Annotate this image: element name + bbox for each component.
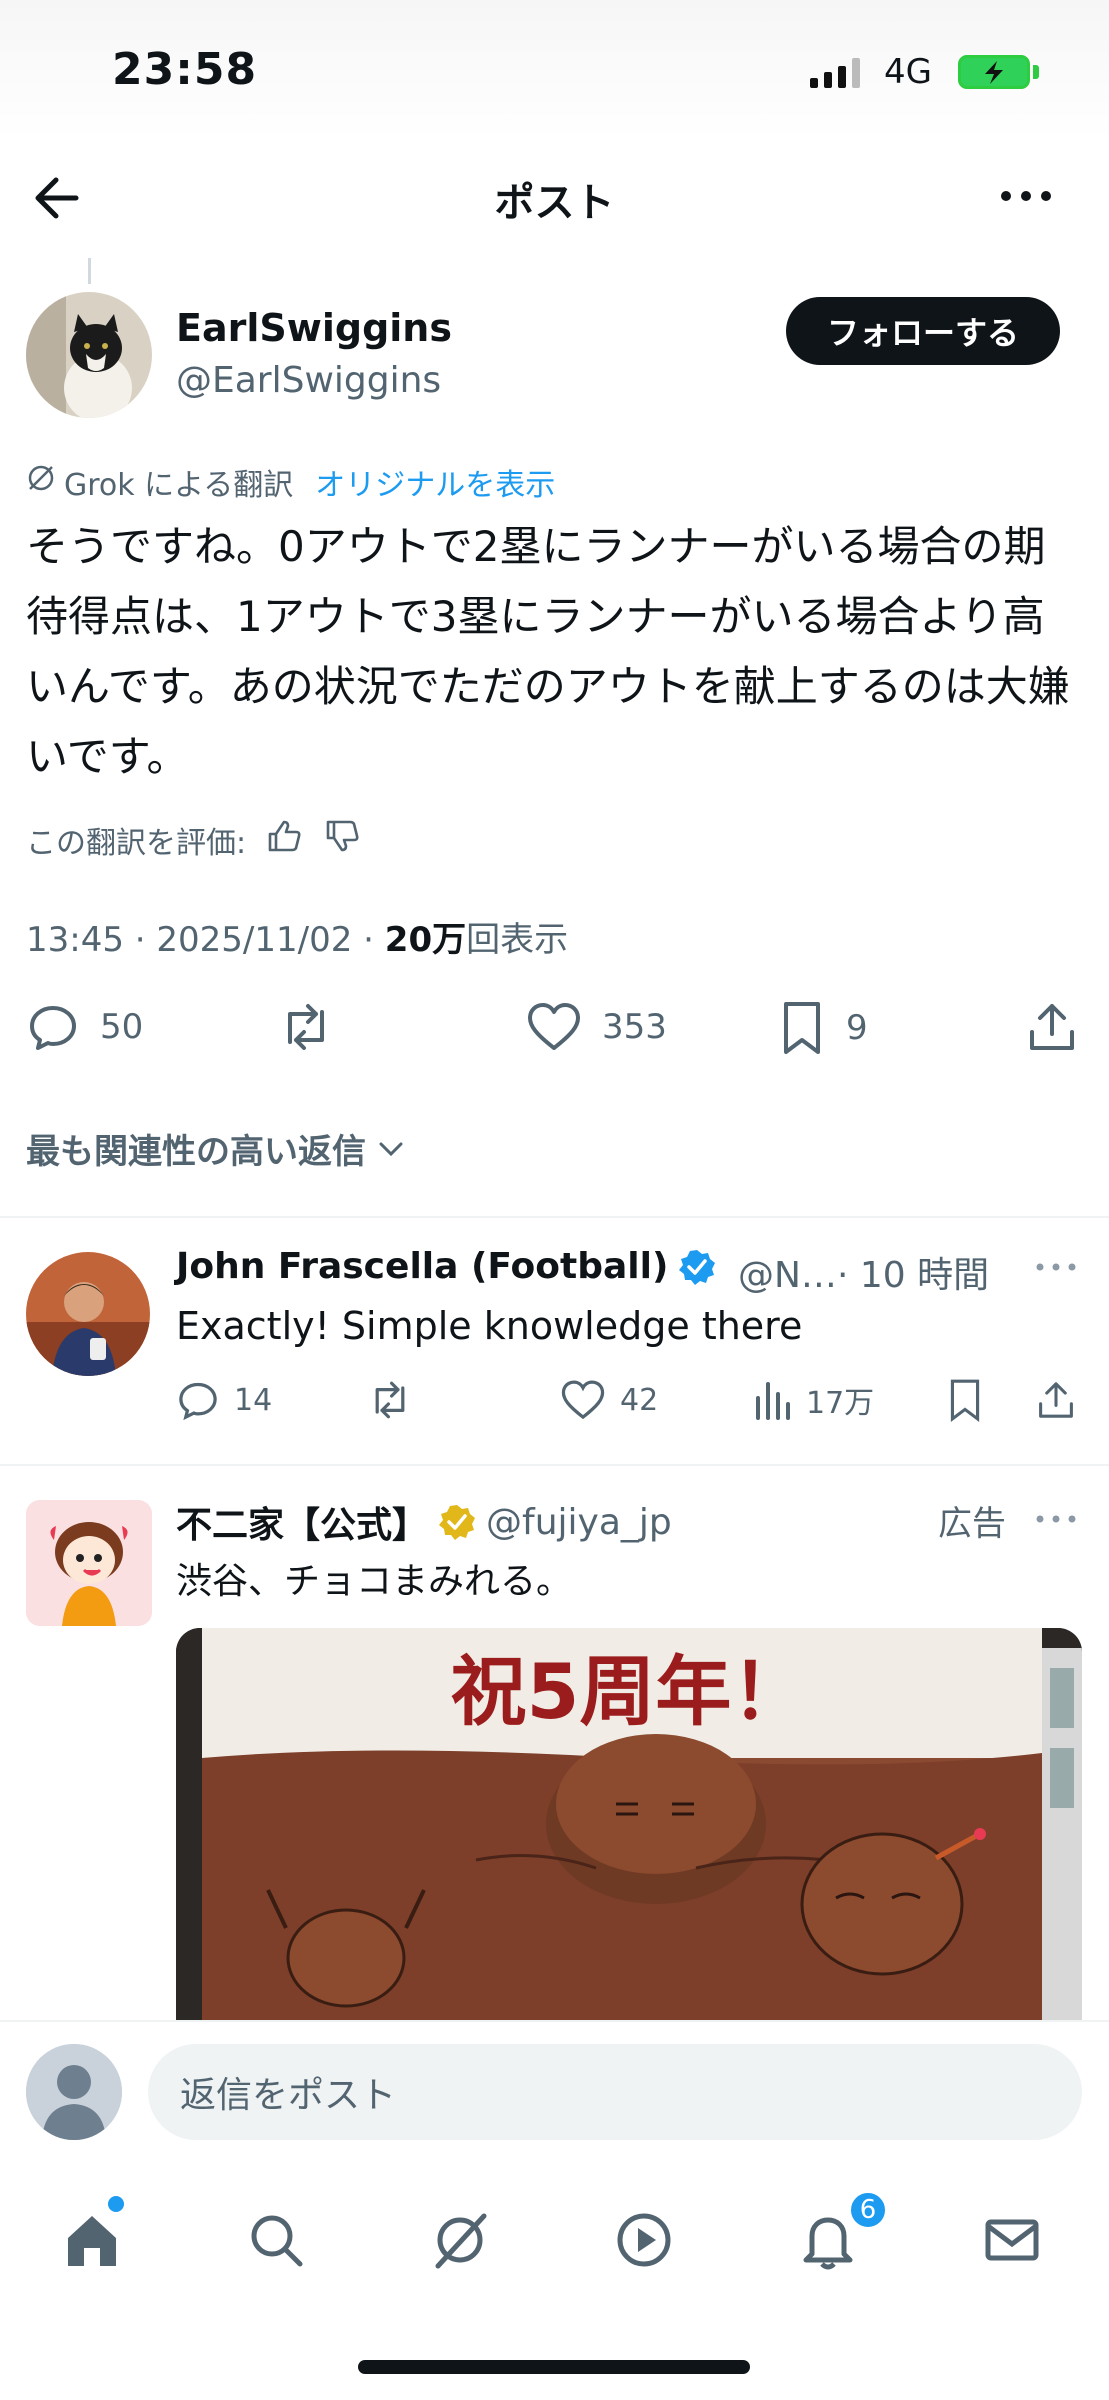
ad-author-name: 不二家【公式】 [176, 1505, 429, 1546]
like-icon [528, 1003, 580, 1050]
share-icon [1030, 1004, 1074, 1050]
ad-text: 渋谷、チョコまみれる。 [176, 1561, 573, 1602]
rate-label: この翻訳を評価: [26, 826, 247, 861]
chevron-down-icon [379, 1142, 403, 1156]
author-name[interactable]: EarlSwiggins [176, 306, 452, 350]
ad-image-text: 祝5周年！ [450, 1647, 808, 1736]
post-actions: 50 353 9 [26, 1000, 1086, 1070]
reply-icon [179, 1382, 217, 1421]
ad-more-icon[interactable] [1034, 1502, 1078, 1537]
post-meta: 13:45 · 2025/11/02 · 20万回表示 [26, 912, 568, 961]
reply-text: Exactly! Simple knowledge there [176, 1304, 803, 1348]
reply-reply-count: 14 [234, 1382, 273, 1418]
post-timestamp: 13:45 · 2025/11/02 · [26, 920, 385, 960]
like-count: 353 [602, 1007, 667, 1047]
reply-handle: @N… [738, 1255, 837, 1296]
reply-author[interactable]: John Frascella (Football) [176, 1246, 716, 1287]
reply-more-icon[interactable] [1034, 1250, 1078, 1285]
notification-badge: 6 [848, 2190, 888, 2230]
views-label: 回表示 [466, 920, 569, 960]
search-icon[interactable] [236, 2200, 316, 2280]
reply-bookmark-button[interactable] [946, 1378, 984, 1422]
follow-button[interactable]: フォローする [786, 297, 1060, 365]
show-original-link[interactable]: オリジナルを表示 [315, 460, 555, 504]
ad-avatar[interactable] [26, 1500, 152, 1626]
translation-source: Grok による翻訳 [64, 468, 294, 503]
home-unread-dot [108, 2196, 124, 2212]
page-title: ポスト [494, 180, 615, 226]
reply-handle-time: @N…· 10 時間 [738, 1246, 989, 1298]
thumbs-down-icon[interactable] [322, 816, 362, 864]
grok-tab-icon[interactable] [420, 2200, 500, 2280]
messages-icon[interactable] [972, 2200, 1052, 2280]
thread-line [88, 258, 91, 284]
bookmark-icon [950, 1379, 980, 1422]
ad-image[interactable]: 祝5周年！ [176, 1628, 1082, 2020]
reply-sort-label: 最も関連性の高い返信 [26, 1132, 366, 1172]
reply-icon [30, 1006, 76, 1050]
reply-button[interactable]: 50 [26, 1000, 143, 1054]
reply-avatar[interactable] [26, 1252, 150, 1376]
verified-gold-badge-icon [439, 1505, 476, 1540]
translation-row: Grok による翻訳 オリジナルを表示 [26, 460, 555, 504]
status-time: 23:58 [112, 44, 258, 95]
reply-like-count: 42 [620, 1382, 659, 1418]
repost-icon [288, 1004, 324, 1050]
post-text: そうですね。0アウトで2塁にランナーがいる場合の期待得点は、1アウトで3塁にラン… [26, 522, 1070, 781]
signal-icon [810, 58, 860, 88]
more-icon[interactable] [996, 176, 1056, 216]
home-indicator [358, 2360, 750, 2374]
reply-views-count: 17万 [806, 1386, 875, 1421]
reply-views-button[interactable]: 17万 [752, 1378, 874, 1422]
ad-label: 広告 [938, 1504, 1006, 1544]
battery-icon [958, 55, 1030, 89]
ad-author[interactable]: 不二家【公式】 @fujiya_jp [176, 1496, 672, 1548]
rate-translation: この翻訳を評価: [26, 816, 362, 864]
bookmark-icon [784, 1002, 820, 1054]
video-icon[interactable] [604, 2200, 684, 2280]
bookmark-button[interactable]: 9 [778, 1000, 868, 1056]
thumbs-up-icon[interactable] [264, 816, 304, 864]
like-button[interactable]: 353 [526, 1000, 667, 1054]
author-handle[interactable]: @EarlSwiggins [176, 360, 441, 401]
home-icon[interactable] [52, 2200, 132, 2280]
divider [0, 1464, 1109, 1466]
verified-badge-icon [679, 1249, 716, 1285]
like-icon [561, 1380, 605, 1420]
author-avatar[interactable] [26, 292, 152, 418]
share-button[interactable] [1026, 1000, 1078, 1054]
reply-share-button[interactable] [1036, 1378, 1076, 1422]
divider [0, 1216, 1109, 1218]
grok-icon [26, 463, 56, 501]
views-icon [756, 1382, 790, 1420]
repost-icon [375, 1381, 405, 1419]
reply-author-name: John Frascella (Football) [176, 1246, 669, 1287]
reply-actions: 14 42 17万 [176, 1378, 1073, 1428]
reply-count: 50 [100, 1007, 144, 1047]
reply-like-button[interactable]: 42 [560, 1378, 658, 1422]
composer-avatar [26, 2044, 122, 2140]
share-icon [1039, 1382, 1073, 1418]
reply-repost-button[interactable] [366, 1378, 414, 1422]
reply-sort-dropdown[interactable]: 最も関連性の高い返信 [26, 1124, 408, 1173]
reply-input[interactable]: 返信をポスト [148, 2044, 1082, 2140]
network-type: 4G [884, 52, 932, 92]
reply-time: · 10 時間 [836, 1255, 990, 1296]
bookmark-count: 9 [846, 1008, 868, 1048]
views-count: 20万 [384, 920, 467, 960]
battery-tip [1033, 65, 1039, 79]
repost-button[interactable] [276, 1000, 356, 1054]
ad-handle: @fujiya_jp [486, 1501, 672, 1543]
reply-reply-button[interactable]: 14 [176, 1378, 272, 1422]
